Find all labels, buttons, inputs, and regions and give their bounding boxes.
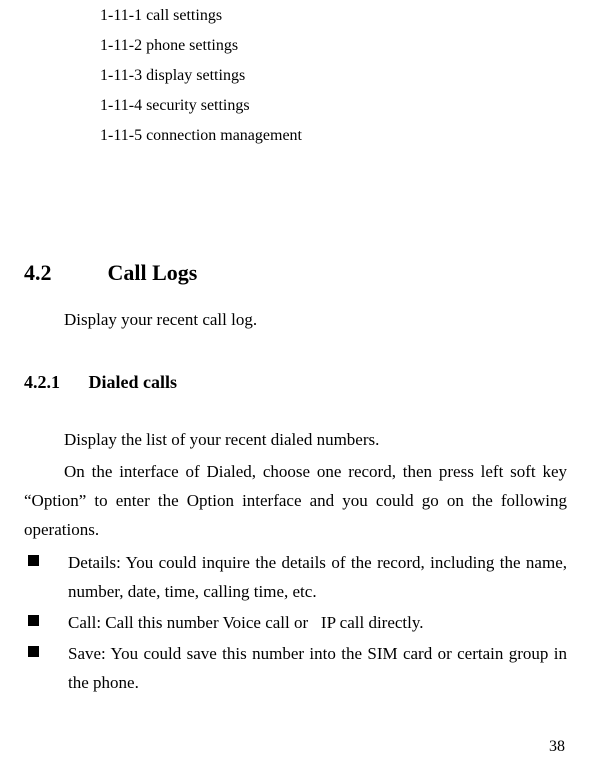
section-title: Dialed calls — [89, 372, 178, 392]
section-title: Call Logs — [108, 260, 198, 285]
bullet-text: Save: You could save this number into th… — [68, 644, 567, 692]
page-number: 38 — [549, 735, 565, 759]
toc-item: 1-11-4 security settings — [100, 94, 567, 118]
square-bullet-icon — [28, 615, 39, 626]
section-heading-4-2: 4.2 Call Logs — [24, 256, 567, 289]
paragraph: On the interface of Dialed, choose one r… — [24, 458, 567, 545]
section-number: 4.2 — [24, 256, 102, 289]
bullet-text: Call: Call this number Voice call or IP … — [68, 613, 424, 632]
square-bullet-icon — [28, 555, 39, 566]
section-number: 4.2.1 — [24, 369, 84, 396]
bullet-item: Call: Call this number Voice call or IP … — [24, 609, 567, 638]
toc-item: 1-11-1 call settings — [100, 4, 567, 28]
bullet-list: Details: You could inquire the details o… — [24, 549, 567, 697]
square-bullet-icon — [28, 646, 39, 657]
section-heading-4-2-1: 4.2.1 Dialed calls — [24, 369, 567, 396]
paragraph: Display the list of your recent dialed n… — [24, 426, 567, 455]
toc-item: 1-11-3 display settings — [100, 64, 567, 88]
bullet-item: Save: You could save this number into th… — [24, 640, 567, 698]
section-intro-text: Display your recent call log. — [64, 307, 567, 333]
bullet-text: Details: You could inquire the details o… — [68, 553, 567, 601]
toc-list: 1-11-1 call settings 1-11-2 phone settin… — [100, 4, 567, 148]
toc-item: 1-11-2 phone settings — [100, 34, 567, 58]
bullet-item: Details: You could inquire the details o… — [24, 549, 567, 607]
toc-item: 1-11-5 connection management — [100, 124, 567, 148]
